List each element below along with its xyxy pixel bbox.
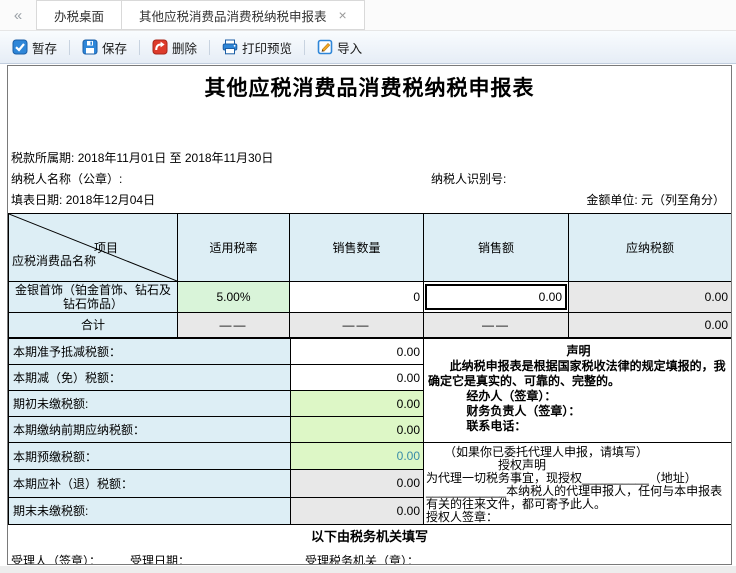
tax-refund-due-value: 0.00 xyxy=(290,469,424,498)
tax-rate-cell[interactable]: 5.00% xyxy=(177,281,290,313)
total-tax-due-cell: 0.00 xyxy=(568,312,731,338)
acceptor-signature-label: 受理人（签章）： xyxy=(11,554,102,565)
print-preview-label: 打印预览 xyxy=(242,41,293,56)
tax-period-label: 税款所属期: xyxy=(11,151,75,165)
tempsave-check-icon xyxy=(12,39,28,55)
accepting-authority-label: 受理税务机关（章）： xyxy=(305,554,420,565)
corner-header-cell: 项目 应税消费品名称 xyxy=(8,213,178,282)
toolbar-separator xyxy=(209,39,211,55)
import-button[interactable]: 导入 xyxy=(313,36,366,59)
ending-unpaid-tax-label: 期末未缴税额: xyxy=(8,496,291,526)
fill-date-line: 填表日期: 2018年12月04日 金额单位: 元（列至角分） xyxy=(11,190,731,211)
tax-due-cell: 0.00 xyxy=(568,281,731,313)
authorizer-signature-label: 授权人签章： xyxy=(426,510,499,524)
corner-label-item: 项目 xyxy=(94,241,119,255)
initial-unpaid-tax-label: 期初未缴税额: xyxy=(8,390,291,417)
amount-unit-label: 金额单位: 元（列至角分） xyxy=(586,193,725,207)
total-label-cell: 合计 xyxy=(8,312,178,338)
diagonal-line xyxy=(9,214,177,281)
tab-label: 办税桌面 xyxy=(54,9,105,24)
authorization-box: （如果你已委托代理人申报，请填写） 授权声明 为代理一切税务事宜，现授权____… xyxy=(423,442,731,525)
tax-refund-due-label: 本期应补（退）税额： xyxy=(8,469,291,498)
acceptance-date-label: 受理日期： xyxy=(130,554,191,565)
collapse-tabs-icon[interactable]: « xyxy=(0,0,36,30)
goods-name-cell: 金银首饰（铂金首饰、钻石及钻石饰品） xyxy=(8,281,178,313)
total-sales-cell: —— xyxy=(423,312,569,338)
toolbar-separator xyxy=(139,39,141,55)
tempsave-label: 暂存 xyxy=(32,41,58,56)
declaration-title: 声明 xyxy=(566,344,591,358)
sales-input-focused[interactable] xyxy=(425,284,567,310)
deductible-tax-label: 本期准予抵减税额： xyxy=(8,338,291,365)
tax-period-value: 2018年11月01日 至 2018年11月30日 xyxy=(77,151,274,165)
declaration-body: 此纳税申报表是根据国家税收法律的规定填报的，我确定它是真实的、可靠的、完整的。 xyxy=(428,359,726,388)
import-label: 导入 xyxy=(337,41,363,56)
paid-prior-period-tax-label: 本期缴纳前期应纳税额： xyxy=(8,416,291,443)
finance-officer-label: 财务负责人（签章）： xyxy=(466,404,581,418)
fill-date-label: 填表日期: xyxy=(11,193,63,207)
prepaid-tax-label: 本期预缴税额： xyxy=(8,441,291,471)
fill-date-value: 2018年12月04日 xyxy=(65,193,156,207)
import-pencil-icon xyxy=(317,39,333,55)
delete-button[interactable]: 删除 xyxy=(148,36,201,59)
tab-consumption-tax-return[interactable]: 其他应税消费品消费税纳税申报表 × xyxy=(121,0,365,30)
tax-return-form: 其他应税消费品消费税纳税申报表 税款所属期: 2018年11月01日 至 201… xyxy=(7,65,732,565)
declaration-box: 声明 此纳税申报表是根据国家税收法律的规定填报的，我确定它是真实的、可靠的、完整… xyxy=(423,338,731,443)
toolbar: 暂存 保存 删除 打印预览 导入 xyxy=(0,31,736,64)
column-header-quantity: 销售数量 xyxy=(289,213,424,282)
table-row-jewelry: 金银首饰（铂金首饰、钻石及钻石饰品） 5.00% 0.00 xyxy=(8,281,731,313)
tax-authority-fields: 受理人（签章）： 受理日期： 受理税务机关（章）： xyxy=(8,552,731,565)
agent-signature-label: 经办人（签章）： xyxy=(466,389,557,403)
quantity-cell xyxy=(289,281,424,313)
print-preview-button[interactable]: 打印预览 xyxy=(218,36,296,59)
deductible-tax-input[interactable] xyxy=(291,339,423,364)
total-quantity-cell: —— xyxy=(289,312,424,338)
form-header-info: 税款所属期: 2018年11月01日 至 2018年11月30日 纳税人名称（公… xyxy=(8,148,731,211)
authorization-hint: （如果你已委托代理人申报，请填写） xyxy=(444,445,649,459)
tab-tax-desktop[interactable]: 办税桌面 xyxy=(36,0,123,30)
taxpayer-line: 纳税人名称（公章）: 纳税人识别号: xyxy=(11,169,731,190)
tab-label: 其他应税消费品消费税纳税申报表 xyxy=(139,9,327,24)
contact-phone-label: 联系电话： xyxy=(466,419,527,433)
summary-row: 本期预缴税额： 0.00 （如果你已委托代理人申报，请填写） 授权声明 为代理一… xyxy=(8,441,731,525)
save-button[interactable]: 保存 xyxy=(78,36,131,59)
authorization-body-line2: ____________本纳税人的代理申报人，任何与本申报表有关的往来文件，都可… xyxy=(426,484,723,511)
close-tab-icon[interactable]: × xyxy=(339,8,347,22)
sales-cell xyxy=(423,281,569,313)
toolbar-separator xyxy=(69,39,71,55)
taxpayer-id-label: 纳税人识别号: xyxy=(431,172,507,186)
tempsave-button[interactable]: 暂存 xyxy=(8,36,61,59)
summary-table: 本期准予抵减税额： 声明 此纳税申报表是根据国家税收法律的规定填报的，我确定它是… xyxy=(8,338,731,526)
consumption-tax-table: 项目 应税消费品名称 适用税率 销售数量 销售额 应纳税额 金银首饰（铂金首饰、… xyxy=(8,213,731,338)
taxpayer-name-label: 纳税人名称（公章）: xyxy=(11,172,123,186)
toolbar-separator xyxy=(304,39,306,55)
quantity-input[interactable] xyxy=(290,282,423,312)
save-label: 保存 xyxy=(102,41,128,56)
column-header-tax-due: 应纳税额 xyxy=(568,213,731,282)
corner-label-goods-name: 应税消费品名称 xyxy=(12,254,97,268)
summary-row: 本期准予抵减税额： 声明 此纳税申报表是根据国家税收法律的规定填报的，我确定它是… xyxy=(8,338,731,443)
form-title: 其他应税消费品消费税纳税申报表 xyxy=(204,76,535,100)
column-header-tax-rate: 适用税率 xyxy=(177,213,290,282)
ending-unpaid-tax-value: 0.00 xyxy=(290,496,424,526)
reduced-exempt-tax-label: 本期减（免）税额： xyxy=(8,364,291,391)
page-bottom-strip xyxy=(0,566,736,573)
total-tax-rate-cell: —— xyxy=(177,312,290,338)
paid-prior-period-tax-value[interactable]: 0.00 xyxy=(290,416,424,443)
tax-authority-section-title: 以下由税务机关填写 xyxy=(310,529,428,544)
deductible-tax-cell xyxy=(290,338,424,365)
reduced-exempt-tax-cell xyxy=(290,364,424,391)
print-preview-icon xyxy=(222,39,238,55)
tax-period-line: 税款所属期: 2018年11月01日 至 2018年11月30日 xyxy=(11,148,731,169)
reduced-exempt-tax-input[interactable] xyxy=(291,365,423,390)
tab-bar: « 办税桌面 其他应税消费品消费税纳税申报表 × xyxy=(0,0,736,31)
delete-undo-icon xyxy=(152,39,168,55)
initial-unpaid-tax-value[interactable]: 0.00 xyxy=(290,390,424,417)
column-header-sales: 销售额 xyxy=(423,213,569,282)
delete-label: 删除 xyxy=(172,41,198,56)
prepaid-tax-value[interactable]: 0.00 xyxy=(290,441,424,471)
table-row-total: 合计 —— —— —— 0.00 xyxy=(8,312,731,338)
save-floppy-icon xyxy=(82,39,98,55)
